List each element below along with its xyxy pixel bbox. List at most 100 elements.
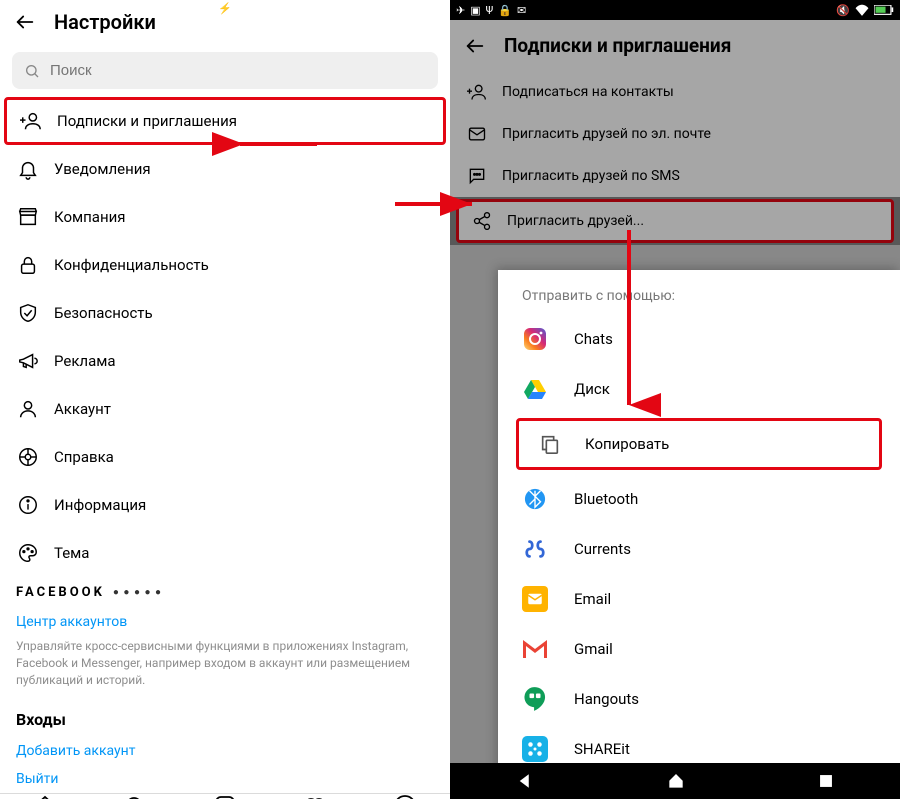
search-tab-icon[interactable] — [123, 794, 147, 799]
annotation-arrow-1 — [232, 130, 322, 160]
share-item-label: SHAREit — [574, 740, 630, 758]
settings-item-label: Аккаунт — [54, 400, 111, 418]
activity-icon[interactable] — [303, 794, 327, 799]
telegram-notif-icon: ✈ — [456, 4, 465, 17]
copy-icon — [537, 431, 563, 457]
share-item-label: Bluetooth — [574, 490, 638, 508]
settings-item-follow-invite[interactable]: Подписки и приглашения — [4, 97, 446, 145]
share-sheet-title: Отправить с помощью: — [498, 270, 900, 314]
share-item-copy[interactable]: Копировать — [516, 418, 882, 470]
accounts-center-description: Управляйте кросс-сервисными функциями в … — [0, 636, 450, 702]
search-icon — [24, 63, 40, 79]
share-sheet: Отправить с помощью: Chats Диск Копирова… — [498, 270, 900, 799]
follow-contacts-item[interactable]: Подписаться на контакты — [450, 71, 900, 113]
currents-icon — [522, 536, 548, 562]
settings-item-label: Компания — [54, 208, 125, 226]
settings-item-label: Безопасность — [54, 304, 153, 322]
logout-link[interactable]: Выйти — [0, 765, 450, 793]
share-item-bluetooth[interactable]: Bluetooth — [498, 474, 900, 524]
back-icon[interactable] — [14, 11, 36, 33]
settings-item-account[interactable]: Аккаунт — [0, 385, 450, 433]
search-field[interactable] — [12, 52, 438, 89]
annotation-arrow-2 — [390, 190, 480, 220]
share-item-label: Hangouts — [574, 690, 639, 708]
instagram-tabbar — [0, 793, 450, 799]
logout-label: Выйти — [16, 771, 59, 787]
shield-icon — [16, 301, 40, 325]
add-account-label: Добавить аккаунт — [16, 743, 135, 759]
page-title: Настройки — [54, 10, 156, 34]
item-label: Пригласить друзей по SMS — [502, 168, 680, 184]
share-item-label: Chats — [574, 330, 613, 348]
info-icon — [16, 493, 40, 517]
bluetooth-icon — [522, 486, 548, 512]
person-icon — [16, 397, 40, 421]
wifi-icon — [855, 4, 869, 16]
search-input[interactable] — [50, 62, 426, 79]
settings-item-security[interactable]: Безопасность — [0, 289, 450, 337]
invite-email-item[interactable]: Пригласить друзей по эл. почте — [450, 113, 900, 155]
item-label: Пригласить друзей по эл. почте — [502, 126, 711, 142]
page-title: Подписки и приглашения — [504, 34, 731, 57]
battery-icon — [874, 5, 894, 16]
item-label: Подписаться на контакты — [502, 84, 674, 100]
settings-item-about[interactable]: Информация — [0, 481, 450, 529]
home-icon[interactable] — [33, 794, 57, 799]
settings-item-privacy[interactable]: Конфиденциальность — [0, 241, 450, 289]
share-item-chats[interactable]: Chats — [498, 314, 900, 364]
person-add-icon — [19, 109, 43, 133]
invite-options-list: Подписаться на контакты Пригласить друзе… — [450, 71, 900, 243]
share-item-drive[interactable]: Диск — [498, 364, 900, 414]
settings-item-label: Тема — [54, 544, 89, 562]
invite-share-item[interactable]: Пригласить друзей... — [456, 199, 894, 243]
accounts-center-link[interactable]: Центр аккаунтов — [0, 608, 450, 636]
settings-item-label: Уведомления — [54, 160, 151, 178]
settings-item-help[interactable]: Справка — [0, 433, 450, 481]
share-item-gmail[interactable]: Gmail — [498, 624, 900, 674]
annotation-arrow-3 — [614, 225, 644, 415]
settings-item-label: Подписки и приглашения — [57, 112, 237, 130]
storefront-icon — [16, 205, 40, 229]
settings-item-theme[interactable]: Тема — [0, 529, 450, 577]
mute-icon: 🔇 — [836, 4, 850, 17]
share-item-label: Currents — [574, 540, 631, 558]
settings-item-label: Конфиденциальность — [54, 256, 209, 274]
settings-item-business[interactable]: Компания — [0, 193, 450, 241]
share-item-hangouts[interactable]: Hangouts — [498, 674, 900, 724]
share-item-currents[interactable]: Currents — [498, 524, 900, 574]
settings-item-label: Справка — [54, 448, 114, 466]
shareit-icon — [522, 736, 548, 762]
add-account-link[interactable]: Добавить аккаунт — [0, 737, 450, 765]
help-icon — [16, 445, 40, 469]
settings-item-label: Информация — [54, 496, 146, 514]
back-icon[interactable] — [464, 35, 486, 57]
mail-icon — [466, 123, 488, 145]
android-nav — [450, 763, 900, 799]
nav-recent-icon[interactable] — [818, 773, 834, 789]
mail-notif-icon: ✉ — [517, 4, 526, 17]
share-item-email[interactable]: Email — [498, 574, 900, 624]
new-post-icon[interactable] — [213, 794, 237, 799]
accounts-center-label: Центр аккаунтов — [16, 614, 127, 630]
profile-icon[interactable] — [393, 794, 417, 799]
settings-item-label: Реклама — [54, 352, 116, 370]
facebook-app-icons: ● ● ● ● ● — [113, 587, 162, 598]
share-item-label: Gmail — [574, 640, 613, 658]
image-notif-icon: ▣ — [470, 4, 480, 17]
settings-item-ads[interactable]: Реклама — [0, 337, 450, 385]
settings-list: Подписки и приглашения Уведомления Компа… — [0, 97, 450, 577]
hangouts-icon — [522, 686, 548, 712]
screen-header: Подписки и приглашения — [450, 20, 900, 71]
nav-home-icon[interactable] — [667, 772, 685, 790]
settings-item-notifications[interactable]: Уведомления — [0, 145, 450, 193]
drive-icon — [522, 376, 548, 402]
right-screenshot: ✈ ▣ Ψ 🔒 ✉ 🔇 Подписки и п — [450, 0, 900, 799]
palette-icon — [16, 541, 40, 565]
invite-sms-item[interactable]: Пригласить друзей по SMS — [450, 155, 900, 197]
share-item-label: Копировать — [585, 435, 669, 453]
gmail-icon — [522, 636, 548, 662]
nav-back-icon[interactable] — [516, 772, 534, 790]
share-item-label: Email — [574, 590, 611, 608]
person-add-icon — [466, 81, 488, 103]
follow-invite-screen: Подписки и приглашения Подписаться на ко… — [450, 20, 900, 245]
